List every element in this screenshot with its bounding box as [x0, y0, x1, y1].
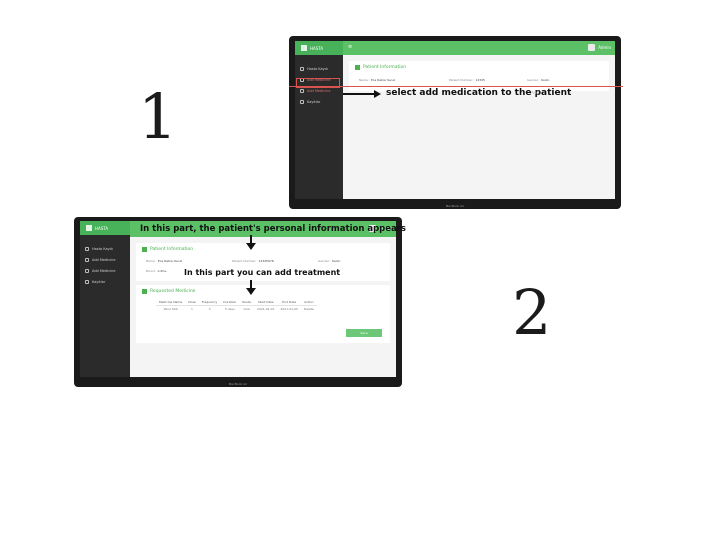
table-cell[interactable]: 5 days — [220, 306, 239, 313]
arrow-head-icon — [246, 243, 256, 250]
field-label: Blood: — [146, 269, 156, 273]
sidebar-item-patient-record[interactable]: Hasta Kaydı — [295, 63, 343, 74]
avatar — [588, 44, 596, 51]
field-value: 12345678 — [258, 259, 274, 263]
field-label: Name: — [146, 259, 156, 263]
field-blood: Blood: A Rh+ — [146, 269, 167, 273]
menu-toggle-icon[interactable]: ≡ — [348, 44, 352, 50]
sidebar-item-records[interactable]: Kayıtlar — [80, 276, 130, 287]
delete-link[interactable]: Delete — [301, 306, 317, 313]
laptop-caption: MacBook Air — [445, 204, 465, 208]
arrow-head-icon — [374, 90, 381, 98]
field-label: Name: — [359, 78, 369, 82]
annotation-step-1: select add medication to the patient — [386, 88, 572, 98]
user-name: Admin — [598, 45, 611, 50]
annotation-step-2-mid: In this part you can add treatment — [184, 268, 341, 277]
table-cell: Parol 500 — [163, 307, 178, 311]
save-button[interactable]: Save — [346, 329, 382, 337]
table-cell[interactable]: 3 — [199, 306, 221, 313]
sidebar-item-label: Kayıtlar — [307, 99, 321, 104]
table-cell[interactable]: Oral — [239, 306, 254, 313]
treatment-panel: Requested Medicine Medicine Name Dose Fr… — [136, 285, 390, 343]
sidebar-item-records[interactable]: Kayıtlar — [295, 96, 343, 107]
treatment-title: Requested Medicine — [142, 289, 195, 294]
annotation-step-2-top: In this part, the patient's personal inf… — [140, 224, 406, 234]
sidebar-item-label: Add Medicine — [92, 257, 116, 262]
treatment-table: Medicine Name Dose Frequency Duration Ro… — [156, 299, 317, 312]
field-value: Kadın — [541, 78, 550, 82]
folder-icon — [85, 279, 89, 284]
table-cell[interactable]: 2021-01-01 — [254, 306, 277, 313]
laptop-screenshot-2: HASTA Hasta Kaydı Add Medicine Add Medic… — [74, 217, 402, 387]
sidebar-item-add-medicine-2[interactable]: Add Medicine — [80, 265, 130, 276]
app-logo: HASTA — [295, 41, 343, 55]
laptop-screenshot-1: HASTA Hasta Kaydı Add Medicine Add Medic… — [289, 36, 621, 209]
app-logo: HASTA — [80, 221, 130, 235]
panel-title-text: Patient Information — [363, 65, 407, 70]
app-screen-2: HASTA Hasta Kaydı Add Medicine Add Medic… — [80, 221, 396, 377]
table-cell[interactable]: 2021-01-05 — [277, 306, 300, 313]
field-value: Ece Rabia Yavuz — [157, 259, 183, 263]
list-icon — [85, 246, 89, 251]
field-gender: Gender: Kadın — [318, 259, 340, 263]
field-label: Gender: — [318, 259, 331, 263]
pill-icon — [85, 257, 89, 262]
field-value: 12345 — [475, 78, 485, 82]
field-patient-number: Patient Number: 12345 — [449, 78, 485, 82]
step-number-1: 1 — [138, 80, 178, 153]
field-patient-number: Patient Number: 12345678 — [232, 259, 274, 263]
panel-title-text: Patient Information — [150, 247, 194, 252]
folder-icon — [300, 99, 304, 104]
laptop-caption: MacBook Air — [228, 382, 248, 386]
user-menu[interactable]: Admin — [588, 44, 611, 51]
logo-icon — [86, 225, 92, 231]
field-label: Gender: — [527, 78, 540, 82]
sidebar-item-label: Hasta Kaydı — [307, 66, 328, 71]
sidebar-item-label: Add Medicine — [92, 268, 116, 273]
field-value: Kadın — [332, 259, 341, 263]
field-name: Name: Ece Rabia Yavuz — [359, 78, 395, 82]
field-label: Patient Number: — [232, 259, 257, 263]
arrow-right-icon — [343, 93, 375, 95]
sidebar-item-label: Kayıtlar — [92, 279, 106, 284]
info-icon — [142, 247, 147, 252]
field-name: Name: Ece Rabia Yavuz — [146, 259, 182, 263]
table-cell[interactable]: 1 — [185, 306, 199, 313]
treatment-title-text: Requested Medicine — [150, 289, 196, 294]
info-icon — [355, 65, 360, 70]
pill-icon — [300, 88, 304, 93]
app-screen-1: HASTA Hasta Kaydı Add Medicine Add Medic… — [295, 41, 615, 199]
panel-title: Patient Information — [142, 247, 193, 252]
table-row: Parol 500 1 3 5 days Oral 2021-01-01 202… — [156, 306, 317, 313]
field-value: A Rh+ — [157, 269, 167, 273]
annotation-hint: Add — [531, 90, 539, 95]
pill-icon — [85, 268, 89, 273]
logo-icon — [301, 45, 307, 51]
menu-highlight-box — [296, 78, 340, 88]
sidebar: HASTA Hasta Kaydı Add Medicine Add Medic… — [295, 41, 343, 199]
field-gender: Gender: Kadın — [527, 78, 549, 82]
field-label: Patient Number: — [449, 78, 474, 82]
sidebar: HASTA Hasta Kaydı Add Medicine Add Medic… — [80, 221, 130, 377]
top-bar: ≡ Admin — [343, 41, 615, 55]
step-number-2: 2 — [512, 276, 552, 349]
sidebar-item-label: Add Medicine — [307, 88, 331, 93]
logo-text: HASTA — [95, 225, 109, 231]
list-icon — [300, 66, 304, 71]
logo-text: HASTA — [310, 45, 324, 51]
sidebar-item-label: Hasta Kaydı — [92, 246, 113, 251]
pill-icon — [142, 289, 147, 294]
arrow-head-icon — [246, 288, 256, 295]
sidebar-item-add-medicine[interactable]: Add Medicine — [80, 254, 130, 265]
sidebar-item-patient-record[interactable]: Hasta Kaydı — [80, 243, 130, 254]
panel-title: Patient Information — [355, 65, 406, 70]
field-value: Ece Rabia Yavuz — [370, 78, 396, 82]
